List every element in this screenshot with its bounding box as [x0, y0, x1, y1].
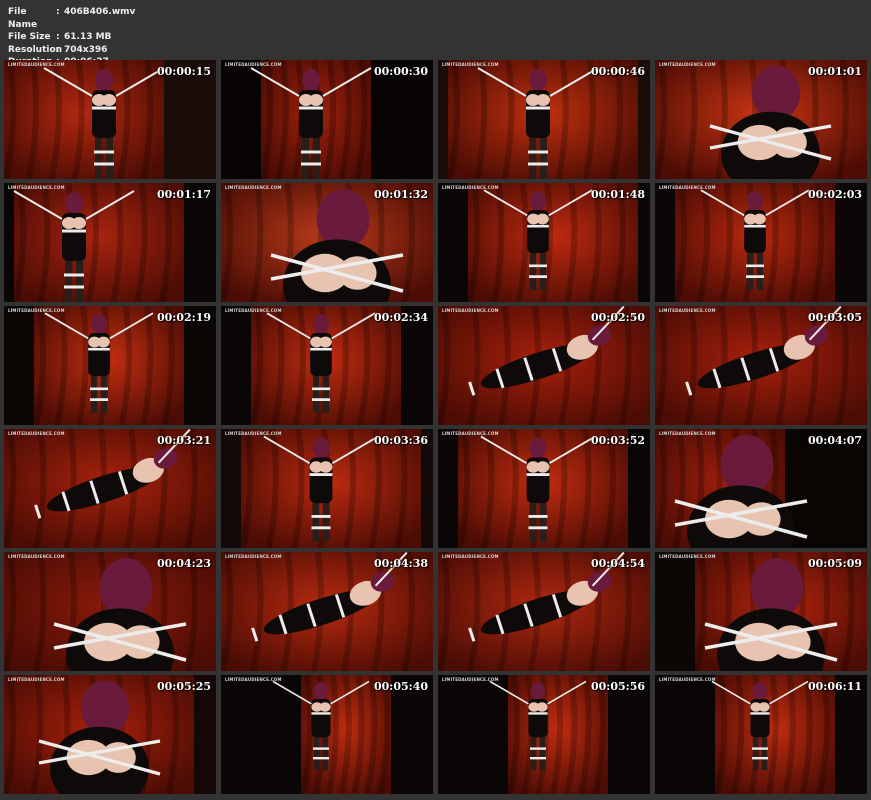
timestamp-label: 00:02:19	[156, 311, 211, 324]
video-thumbnail[interactable]: LIMITEDAUDIENCE.COM 00:06:11	[655, 675, 867, 794]
timestamp-label: 00:06:11	[807, 680, 862, 693]
video-thumbnail[interactable]: LIMITEDAUDIENCE.COM 00:05:09	[655, 552, 867, 671]
timestamp-label: 00:03:05	[807, 311, 862, 324]
watermark-text: LIMITEDAUDIENCE.COM	[442, 677, 499, 682]
info-separator: :	[56, 44, 60, 55]
timestamp-label: 00:01:17	[156, 188, 211, 201]
video-thumbnail[interactable]: LIMITEDAUDIENCE.COM 00:04:07	[655, 429, 867, 548]
video-thumbnail[interactable]: LIMITEDAUDIENCE.COM 00:00:30	[221, 60, 433, 179]
thumbnail-grid: LIMITEDAUDIENCE.COM 00:00:15 LIMITEDAUDI…	[4, 60, 867, 794]
watermark-text: LIMITEDAUDIENCE.COM	[442, 185, 499, 190]
video-thumbnail[interactable]: LIMITEDAUDIENCE.COM 00:02:03	[655, 183, 867, 302]
timestamp-label: 00:04:54	[590, 557, 645, 570]
timestamp-label: 00:00:46	[590, 65, 645, 78]
video-thumbnail[interactable]: LIMITEDAUDIENCE.COM 00:00:15	[4, 60, 216, 179]
info-row: File Size:61.13 MB	[8, 31, 135, 44]
timestamp-label: 00:02:03	[807, 188, 862, 201]
info-value: 704x396	[64, 44, 108, 55]
watermark-text: LIMITEDAUDIENCE.COM	[659, 431, 716, 436]
watermark-text: LIMITEDAUDIENCE.COM	[659, 308, 716, 313]
info-value: 406B406.wmv	[64, 7, 136, 17]
timestamp-label: 00:01:48	[590, 188, 645, 201]
video-thumbnail[interactable]: LIMITEDAUDIENCE.COM 00:04:23	[4, 552, 216, 671]
watermark-text: LIMITEDAUDIENCE.COM	[8, 308, 65, 313]
timestamp-label: 00:04:23	[156, 557, 211, 570]
timestamp-label: 00:03:36	[373, 434, 428, 447]
timestamp-label: 00:05:40	[373, 680, 428, 693]
watermark-text: LIMITEDAUDIENCE.COM	[225, 308, 282, 313]
info-label: Resolution	[8, 44, 63, 55]
info-label: File Name	[8, 7, 38, 30]
video-thumbnail[interactable]: LIMITEDAUDIENCE.COM 00:01:17	[4, 183, 216, 302]
info-label: File Size	[8, 32, 51, 43]
video-thumbnail[interactable]: LIMITEDAUDIENCE.COM 00:03:36	[221, 429, 433, 548]
watermark-text: LIMITEDAUDIENCE.COM	[8, 185, 65, 190]
video-thumbnail[interactable]: LIMITEDAUDIENCE.COM 00:02:50	[438, 306, 650, 425]
timestamp-label: 00:05:56	[590, 680, 645, 693]
watermark-text: LIMITEDAUDIENCE.COM	[225, 554, 282, 559]
timestamp-label: 00:03:21	[156, 434, 211, 447]
video-thumbnail[interactable]: LIMITEDAUDIENCE.COM 00:04:38	[221, 552, 433, 671]
video-thumbnail[interactable]: LIMITEDAUDIENCE.COM 00:02:19	[4, 306, 216, 425]
video-thumbnail[interactable]: LIMITEDAUDIENCE.COM 00:05:40	[221, 675, 433, 794]
video-thumbnail[interactable]: LIMITEDAUDIENCE.COM 00:03:21	[4, 429, 216, 548]
watermark-text: LIMITEDAUDIENCE.COM	[659, 554, 716, 559]
video-thumbnail[interactable]: LIMITEDAUDIENCE.COM 00:03:05	[655, 306, 867, 425]
watermark-text: LIMITEDAUDIENCE.COM	[225, 62, 282, 67]
watermark-text: LIMITEDAUDIENCE.COM	[442, 554, 499, 559]
video-thumbnail[interactable]: LIMITEDAUDIENCE.COM 00:05:56	[438, 675, 650, 794]
info-separator: :	[56, 32, 60, 43]
watermark-text: LIMITEDAUDIENCE.COM	[8, 554, 65, 559]
timestamp-label: 00:04:38	[373, 557, 428, 570]
info-value: 61.13 MB	[64, 32, 112, 43]
watermark-text: LIMITEDAUDIENCE.COM	[442, 431, 499, 436]
watermark-text: LIMITEDAUDIENCE.COM	[659, 677, 716, 682]
timestamp-label: 00:02:34	[373, 311, 428, 324]
watermark-text: LIMITEDAUDIENCE.COM	[8, 431, 65, 436]
timestamp-label: 00:05:09	[807, 557, 862, 570]
timestamp-label: 00:01:32	[373, 188, 428, 201]
timestamp-label: 00:00:30	[373, 65, 428, 78]
info-row: File Name:406B406.wmv	[8, 6, 135, 31]
timestamp-label: 00:04:07	[807, 434, 862, 447]
watermark-text: LIMITEDAUDIENCE.COM	[659, 185, 716, 190]
info-row: Resolution:704x396	[8, 44, 135, 57]
watermark-text: LIMITEDAUDIENCE.COM	[442, 308, 499, 313]
watermark-text: LIMITEDAUDIENCE.COM	[225, 677, 282, 682]
timestamp-label: 00:01:01	[807, 65, 862, 78]
timestamp-label: 00:05:25	[156, 680, 211, 693]
info-separator: :	[56, 7, 60, 17]
video-thumbnail[interactable]: LIMITEDAUDIENCE.COM 00:02:34	[221, 306, 433, 425]
video-thumbnail[interactable]: LIMITEDAUDIENCE.COM 00:05:25	[4, 675, 216, 794]
timestamp-label: 00:02:50	[590, 311, 645, 324]
watermark-text: LIMITEDAUDIENCE.COM	[8, 62, 65, 67]
video-thumbnail[interactable]: LIMITEDAUDIENCE.COM 00:03:52	[438, 429, 650, 548]
watermark-text: LIMITEDAUDIENCE.COM	[659, 62, 716, 67]
video-thumbnail[interactable]: LIMITEDAUDIENCE.COM 00:00:46	[438, 60, 650, 179]
video-thumbnail[interactable]: LIMITEDAUDIENCE.COM 00:01:01	[655, 60, 867, 179]
video-thumbnail[interactable]: LIMITEDAUDIENCE.COM 00:04:54	[438, 552, 650, 671]
watermark-text: LIMITEDAUDIENCE.COM	[442, 62, 499, 67]
video-thumbnail[interactable]: LIMITEDAUDIENCE.COM 00:01:48	[438, 183, 650, 302]
video-thumbnail[interactable]: LIMITEDAUDIENCE.COM 00:01:32	[221, 183, 433, 302]
watermark-text: LIMITEDAUDIENCE.COM	[225, 185, 282, 190]
watermark-text: LIMITEDAUDIENCE.COM	[8, 677, 65, 682]
timestamp-label: 00:00:15	[156, 65, 211, 78]
watermark-text: LIMITEDAUDIENCE.COM	[225, 431, 282, 436]
timestamp-label: 00:03:52	[590, 434, 645, 447]
